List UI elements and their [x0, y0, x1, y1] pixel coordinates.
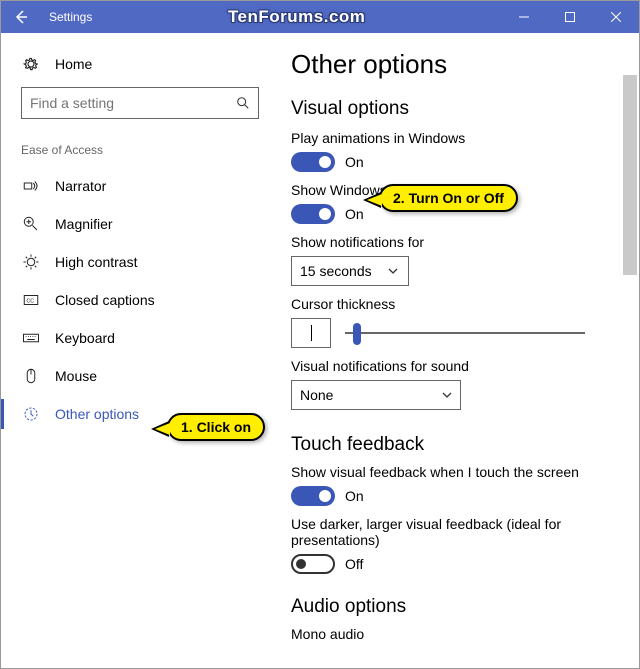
- callout-1: 1. Click on: [167, 413, 265, 441]
- sidebar-item-magnifier[interactable]: Magnifier: [17, 205, 263, 243]
- sidebar-item-label: Narrator: [55, 178, 106, 194]
- chevron-down-icon: [442, 390, 452, 400]
- visual-options-heading: Visual options: [291, 98, 619, 120]
- scrollbar[interactable]: [623, 75, 637, 662]
- search-input[interactable]: [30, 95, 236, 111]
- cc-icon: CC: [21, 291, 41, 309]
- notifications-select[interactable]: 15 seconds: [291, 256, 409, 286]
- maximize-button[interactable]: [547, 1, 593, 33]
- search-icon: [236, 96, 250, 110]
- back-button[interactable]: [1, 1, 41, 33]
- visual-notif-select[interactable]: None: [291, 380, 461, 410]
- mono-audio-label: Mono audio: [291, 626, 619, 642]
- minimize-button[interactable]: [501, 1, 547, 33]
- audio-options-heading: Audio options: [291, 596, 619, 618]
- background-toggle[interactable]: [291, 204, 335, 224]
- background-state: On: [345, 206, 364, 222]
- keyboard-icon: [21, 329, 41, 347]
- sidebar-item-keyboard[interactable]: Keyboard: [17, 319, 263, 357]
- home-label: Home: [55, 56, 92, 72]
- animations-toggle[interactable]: [291, 152, 335, 172]
- titlebar: Settings TenForums.com: [1, 1, 639, 33]
- touch-toggle-row: On: [291, 486, 619, 506]
- svg-text:CC: CC: [27, 298, 35, 304]
- gear-icon: [21, 55, 41, 73]
- notifications-value: 15 seconds: [300, 263, 372, 279]
- callout-2: 2. Turn On or Off: [379, 184, 518, 212]
- contrast-icon: [21, 253, 41, 271]
- darker-toggle[interactable]: [291, 554, 335, 574]
- darker-state: Off: [345, 556, 363, 572]
- page-title: Other options: [291, 49, 619, 80]
- sidebar-item-label: Closed captions: [55, 292, 155, 308]
- slider-track: [345, 332, 585, 334]
- notifications-label: Show notifications for: [291, 234, 619, 250]
- slider-thumb[interactable]: [353, 323, 361, 345]
- sidebar-item-high-contrast[interactable]: High contrast: [17, 243, 263, 281]
- touch-toggle[interactable]: [291, 486, 335, 506]
- window-controls: [501, 1, 639, 33]
- sidebar-item-label: Mouse: [55, 368, 97, 384]
- maximize-icon: [565, 12, 575, 22]
- cursor-slider[interactable]: [345, 323, 585, 343]
- minimize-icon: [519, 12, 529, 22]
- section-title: Ease of Access: [17, 137, 263, 167]
- sidebar-item-narrator[interactable]: Narrator: [17, 167, 263, 205]
- cursor-preview: [291, 318, 331, 348]
- darker-label: Use darker, larger visual feedback (idea…: [291, 516, 619, 548]
- close-button[interactable]: [593, 1, 639, 33]
- narrator-icon: [21, 177, 41, 195]
- scrollbar-thumb[interactable]: [623, 75, 637, 275]
- animations-state: On: [345, 154, 364, 170]
- sidebar: Home Ease of Access Narrator Magnifier H…: [1, 33, 273, 668]
- sidebar-item-label: High contrast: [55, 254, 137, 270]
- touch-feedback-heading: Touch feedback: [291, 434, 619, 456]
- close-icon: [611, 12, 621, 22]
- mouse-icon: [21, 367, 41, 385]
- arrow-left-icon: [13, 9, 29, 25]
- darker-toggle-row: Off: [291, 554, 619, 574]
- animations-label: Play animations in Windows: [291, 130, 619, 146]
- other-options-icon: [21, 405, 41, 423]
- chevron-down-icon: [388, 266, 398, 276]
- visual-notif-value: None: [300, 387, 426, 403]
- sidebar-item-closed-captions[interactable]: CC Closed captions: [17, 281, 263, 319]
- cursor-thickness-row: [291, 318, 619, 348]
- sidebar-item-label: Other options: [55, 406, 139, 422]
- magnifier-icon: [21, 215, 41, 233]
- home-nav[interactable]: Home: [17, 49, 263, 87]
- search-box[interactable]: [21, 87, 259, 119]
- sidebar-item-mouse[interactable]: Mouse: [17, 357, 263, 395]
- cursor-bar-icon: [311, 325, 312, 341]
- touch-label: Show visual feedback when I touch the sc…: [291, 464, 619, 480]
- touch-state: On: [345, 488, 364, 504]
- watermark: TenForums.com: [92, 7, 501, 27]
- main-panel: Other options Visual options Play animat…: [273, 33, 639, 668]
- sidebar-item-label: Magnifier: [55, 216, 113, 232]
- cursor-label: Cursor thickness: [291, 296, 619, 312]
- animations-toggle-row: On: [291, 152, 619, 172]
- visual-notif-label: Visual notifications for sound: [291, 358, 619, 374]
- window-title: Settings: [41, 10, 92, 24]
- sidebar-item-label: Keyboard: [55, 330, 115, 346]
